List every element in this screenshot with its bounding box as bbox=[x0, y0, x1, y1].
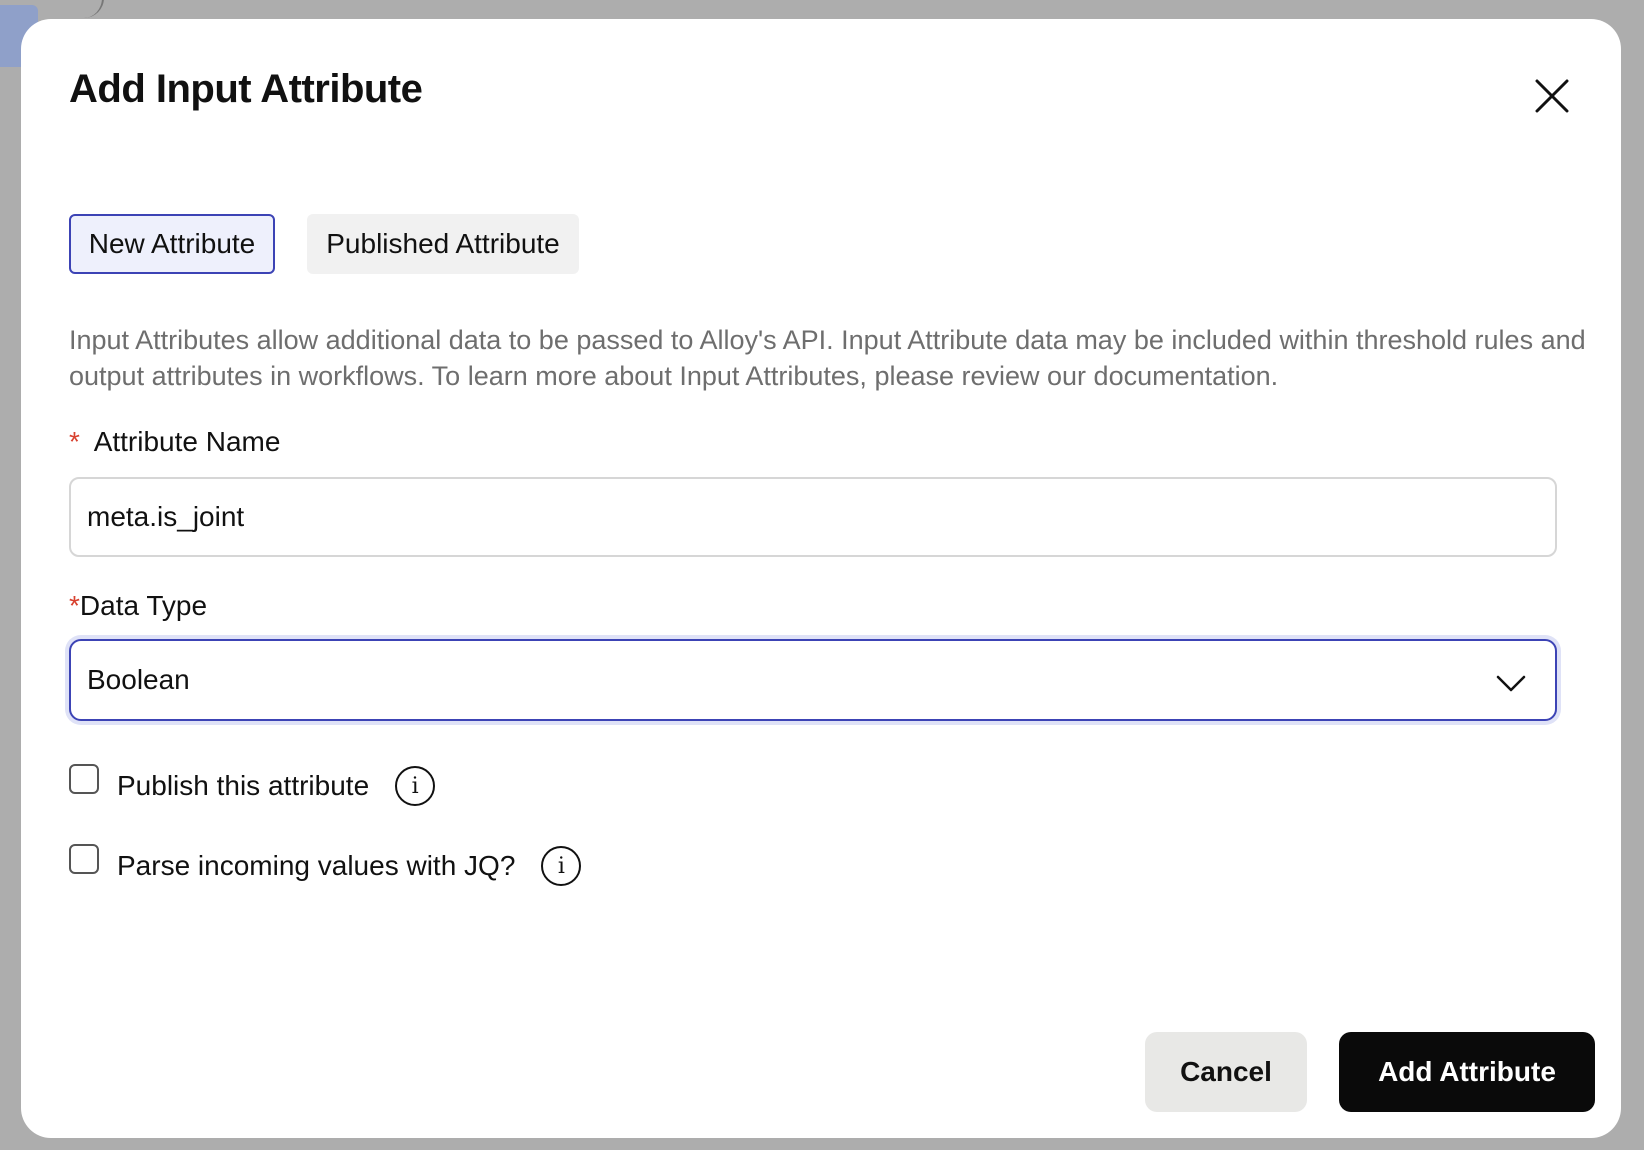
add-input-attribute-modal: Add Input Attribute New Attribute Publis… bbox=[21, 19, 1621, 1138]
attribute-name-label: * Attribute Name bbox=[69, 426, 280, 458]
parse-jq-label: Parse incoming values with JQ? bbox=[117, 850, 516, 881]
cancel-button[interactable]: Cancel bbox=[1145, 1032, 1307, 1112]
attribute-name-label-text: Attribute Name bbox=[93, 426, 281, 457]
close-icon bbox=[1535, 79, 1569, 113]
chevron-down-icon bbox=[1496, 675, 1526, 692]
publish-attribute-checkbox[interactable] bbox=[69, 764, 99, 794]
info-icon[interactable]: i bbox=[541, 846, 582, 886]
add-attribute-button[interactable]: Add Attribute bbox=[1339, 1032, 1595, 1112]
data-type-selected-value: Boolean bbox=[87, 664, 190, 695]
description-text: Input Attributes allow additional data t… bbox=[69, 325, 1586, 391]
required-marker: * bbox=[69, 590, 80, 621]
parse-jq-row: Parse incoming values with JQ? i bbox=[69, 842, 582, 890]
info-icon[interactable]: i bbox=[395, 766, 436, 806]
data-type-label: *Data Type bbox=[69, 590, 207, 622]
data-type-label-text: Data Type bbox=[79, 590, 208, 621]
publish-attribute-label: Publish this attribute bbox=[117, 770, 370, 801]
tab-new-attribute[interactable]: New Attribute bbox=[69, 214, 275, 274]
modal-title: Add Input Attribute bbox=[69, 67, 423, 111]
tab-published-attribute[interactable]: Published Attribute bbox=[307, 214, 579, 274]
publish-attribute-row: Publish this attribute i bbox=[69, 762, 436, 810]
required-marker: * bbox=[69, 426, 80, 457]
background-connector-line bbox=[72, 0, 104, 18]
data-type-select[interactable]: Boolean bbox=[69, 639, 1557, 721]
close-button[interactable] bbox=[1527, 71, 1577, 121]
parse-jq-checkbox[interactable] bbox=[69, 844, 99, 874]
attribute-name-input[interactable] bbox=[69, 477, 1557, 557]
